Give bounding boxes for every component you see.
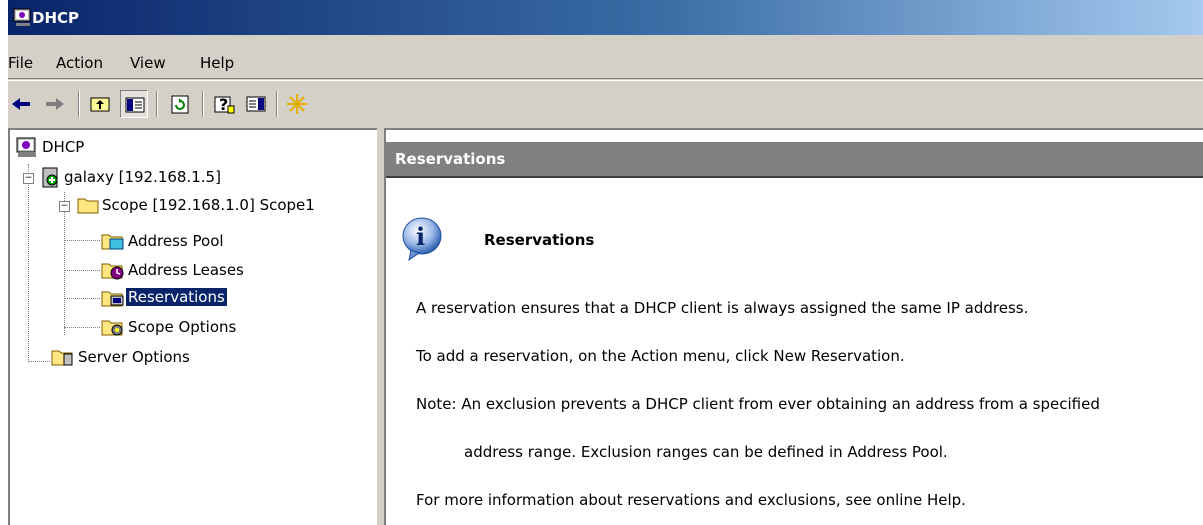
tree-node-server-options[interactable]: Server Options <box>50 344 300 370</box>
menu-bar: File Action View Help <box>8 37 1203 79</box>
tree-line <box>64 240 100 241</box>
tree-label: galaxy [192.168.1.5] <box>64 168 221 186</box>
details-header: Reservations <box>386 142 1203 176</box>
dhcp-app-icon <box>12 7 34 29</box>
tree-node-address-pool[interactable]: Address Pool <box>100 228 300 254</box>
collapse-toggle[interactable]: − <box>59 201 70 212</box>
details-pane: Reservations i Reservations A reservatio… <box>384 128 1203 525</box>
dhcp-root-icon <box>16 137 36 157</box>
window-title: DHCP <box>32 9 80 27</box>
title-bar[interactable]: DHCP <box>8 0 1203 35</box>
toolbar-separator <box>78 91 80 117</box>
tree-node-address-leases[interactable]: Address Leases <box>100 257 300 283</box>
menu-action[interactable]: Action <box>56 54 103 72</box>
tree-line <box>64 327 100 328</box>
toolbar-separator <box>156 91 158 117</box>
details-header-title: Reservations <box>395 150 506 168</box>
tree-label: Server Options <box>78 348 190 366</box>
tree-line <box>28 164 29 362</box>
description-paragraph: A reservation ensures that a DHCP client… <box>416 299 1029 317</box>
info-title: Reservations <box>484 231 595 249</box>
collapse-toggle[interactable]: − <box>23 173 34 184</box>
pane-splitter[interactable] <box>377 128 384 525</box>
tree-line <box>28 361 50 362</box>
scope-options-icon <box>101 320 123 336</box>
folder-icon <box>77 198 99 214</box>
svg-text:?: ? <box>219 95 228 114</box>
forward-arrow-icon[interactable] <box>40 90 68 118</box>
refresh-icon[interactable] <box>166 90 194 118</box>
info-icon: i <box>402 217 442 262</box>
tree-label: Reservations <box>125 287 228 307</box>
tree-node-dhcp[interactable]: DHCP <box>14 134 214 160</box>
tree-label: Scope [192.168.1.0] Scope1 <box>102 196 315 214</box>
tree-label: Address Pool <box>128 232 224 250</box>
server-options-icon <box>51 350 73 366</box>
show-hide-console-tree-icon[interactable] <box>120 90 148 118</box>
tree-label: Scope Options <box>128 318 237 336</box>
back-arrow-icon[interactable] <box>8 90 36 118</box>
tree-node-server[interactable]: galaxy [192.168.1.5] <box>40 164 340 190</box>
help-icon[interactable]: ? <box>210 90 238 118</box>
tree-label: DHCP <box>42 138 85 156</box>
tree-line <box>64 192 65 335</box>
address-pool-icon <box>101 234 124 250</box>
note-line-2: address range. Exclusion ranges can be d… <box>464 443 948 461</box>
tree-node-scope[interactable]: Scope [192.168.1.0] Scope1 <box>76 192 376 218</box>
tree-label: Address Leases <box>128 261 244 279</box>
menu-view[interactable]: View <box>130 54 166 72</box>
details-body: i Reservations A reservation ensures tha… <box>386 176 1203 525</box>
svg-text:i: i <box>416 222 425 251</box>
tree-node-scope-options[interactable]: Scope Options <box>100 314 300 340</box>
console-tree[interactable]: DHCP − galaxy [192.168.1.5] − Scope [192… <box>8 128 377 525</box>
dhcp-window: DHCP File Action View Help ? DHCP − gala… <box>8 0 1203 525</box>
tree-line <box>64 298 100 299</box>
reservations-icon <box>101 291 124 307</box>
toolbar-separator <box>202 91 204 117</box>
tree-line <box>64 270 100 271</box>
address-leases-icon <box>101 263 124 280</box>
up-one-level-icon[interactable] <box>86 90 114 118</box>
menu-file[interactable]: File <box>8 54 33 72</box>
dhcp-star-icon[interactable] <box>283 90 311 118</box>
tree-node-reservations[interactable]: Reservations <box>100 285 300 311</box>
help-paragraph: For more information about reservations … <box>416 491 966 509</box>
toolbar-separator <box>276 91 278 117</box>
instruction-paragraph: To add a reservation, on the Action menu… <box>416 347 905 365</box>
note-line-1: Note: An exclusion prevents a DHCP clien… <box>416 395 1100 413</box>
menu-help[interactable]: Help <box>200 54 234 72</box>
show-hide-action-pane-icon[interactable] <box>242 90 270 118</box>
server-icon <box>42 167 58 188</box>
